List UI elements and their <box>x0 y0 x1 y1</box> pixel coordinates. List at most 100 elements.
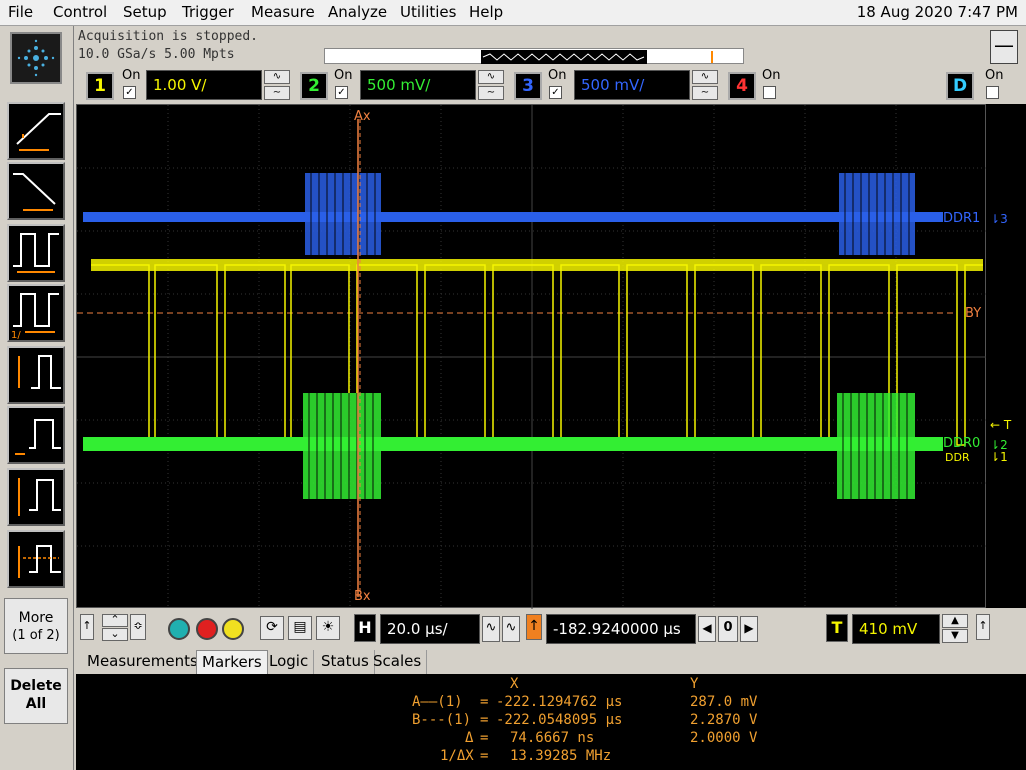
ddr0-label: DDR0 <box>943 436 981 451</box>
marker-readout-panel: X Y A——(1) = -222.1294762 µs 287.0 mV B-… <box>76 674 1026 770</box>
run-stop-arrow-button[interactable]: ↑ <box>80 614 94 640</box>
channel-3-coupling-dc-button[interactable]: ∼ <box>692 86 718 100</box>
position-left-button[interactable]: ◀ <box>698 616 716 642</box>
trigger-level-up-button[interactable]: ▲ <box>942 614 968 628</box>
channel-1-button[interactable]: 1 <box>86 72 114 100</box>
menu-utilities[interactable]: Utilities <box>400 3 456 21</box>
tab-measurements[interactable]: Measurements <box>82 650 204 674</box>
readout-delta-y: 2.0000 V <box>690 730 758 746</box>
readout-b-y: 2.2870 V <box>690 712 758 728</box>
fall-time-icon <box>13 173 56 211</box>
channel-2-coupling-ac-button[interactable]: ∿ <box>478 70 504 84</box>
menu-file[interactable]: File <box>8 3 33 21</box>
logo-icon[interactable] <box>10 32 62 84</box>
yellow-color-button[interactable] <box>222 618 244 640</box>
period-measure-button[interactable] <box>7 224 65 282</box>
channel-1-coupling-ac-button[interactable]: ∿ <box>264 70 290 84</box>
channel-2-scale-field[interactable]: 500 mV/ <box>360 70 476 100</box>
readout-a-y: 287.0 mV <box>690 694 758 710</box>
cyan-color-button[interactable] <box>168 618 190 640</box>
readout-inverse-delta-x: 13.39285 MHz <box>510 748 612 764</box>
ddr1-label: DDR1 <box>943 211 981 226</box>
channel-3-scale-field[interactable]: 500 mV/ <box>574 70 690 100</box>
amplitude-icon <box>18 355 61 389</box>
menu-help[interactable]: Help <box>469 3 503 21</box>
delete-label: Delete <box>10 678 62 694</box>
fine-adjust-button[interactable]: ∿ <box>482 616 500 642</box>
frequency-measure-button[interactable]: 1/ <box>7 284 65 342</box>
menu-analyze[interactable]: Analyze <box>328 3 387 21</box>
horizontal-scale-field[interactable]: 20.0 µs/ <box>380 614 480 644</box>
red-color-button[interactable] <box>196 618 218 640</box>
channel-4-on-label: On <box>762 68 781 83</box>
channel-1-scale-field[interactable]: 1.00 V/ <box>146 70 262 100</box>
average-measure-button[interactable] <box>7 530 65 588</box>
fall-time-measure-button[interactable] <box>7 162 65 220</box>
menu-setup[interactable]: Setup <box>123 3 167 21</box>
position-zero-button[interactable]: 0 <box>718 616 738 642</box>
horizontal-position-field[interactable]: -182.9240000 µs <box>546 614 696 644</box>
trigger-level-down-button[interactable]: ▼ <box>942 629 968 643</box>
trigger-level-field[interactable]: 410 mV <box>852 614 940 644</box>
readout-b-x: -222.0548095 µs <box>496 712 623 728</box>
trigger-arrow-button[interactable]: ↑ <box>976 614 990 640</box>
menu-trigger[interactable]: Trigger <box>182 3 234 21</box>
readout-delta-label: Δ <box>465 730 474 746</box>
amplitude-measure-button[interactable] <box>7 346 65 404</box>
tab-scales[interactable]: Scales <box>368 650 428 674</box>
svg-text:1/: 1/ <box>11 330 21 340</box>
position-right-button[interactable]: ▶ <box>740 616 758 642</box>
vpp-measure-button[interactable] <box>7 468 65 526</box>
tab-markers[interactable]: Markers <box>196 650 268 674</box>
channel-1-coupling-dc-button[interactable]: ∼ <box>264 86 290 100</box>
delete-label-2: All <box>25 696 47 712</box>
channel-bar: 1 On ✓ 1.00 V/ ∿ ∼ 2 On ✓ 500 mV/ ∿ ∼ 3 … <box>76 66 1026 104</box>
digital-channel-button[interactable]: D <box>946 72 974 100</box>
ch1-ground-marker[interactable]: ⇂1 <box>990 450 1008 464</box>
channel-2-button[interactable]: 2 <box>300 72 328 100</box>
print-icon[interactable]: ▤ <box>288 616 312 640</box>
digital-on-checkbox[interactable] <box>986 86 999 99</box>
channel-2-on-checkbox[interactable]: ✓ <box>335 86 348 99</box>
brightness-icon[interactable]: ☀ <box>316 616 340 640</box>
ddr0-trace <box>83 437 943 451</box>
channel-1-on-checkbox[interactable]: ✓ <box>123 86 136 99</box>
scroll-up-button[interactable]: ⌃ <box>102 614 128 627</box>
scroll-down-button[interactable]: ⌄ <box>102 628 128 641</box>
menu-measure[interactable]: Measure <box>251 3 315 21</box>
channel-3-button[interactable]: 3 <box>514 72 542 100</box>
menu-control[interactable]: Control <box>53 3 107 21</box>
channel-4-on-checkbox[interactable] <box>763 86 776 99</box>
coarse-adjust-button[interactable]: ∿ <box>502 616 520 642</box>
delay-reference-icon[interactable]: ↑ <box>526 614 542 640</box>
date-time: 18 Aug 2020 7:47 PM <box>856 3 1018 21</box>
top-measure-button[interactable] <box>7 406 65 464</box>
more-page-label: (1 of 2) <box>12 628 60 643</box>
oscilloscope-app: File Control Setup Trigger Measure Analy… <box>0 0 1026 770</box>
waveform-display[interactable]: Ax Bx BY DDR1 DDR0 DDR <box>76 104 987 609</box>
marker-bx-label: Bx <box>354 589 371 604</box>
channel-3-coupling-ac-button[interactable]: ∿ <box>692 70 718 84</box>
more-label: More <box>18 610 54 626</box>
ch3-ground-marker[interactable]: ⇂3 <box>990 212 1008 226</box>
channel-2-coupling-dc-button[interactable]: ∼ <box>478 86 504 100</box>
status-line-2: 10.0 GSa/s 5.00 Mpts <box>78 47 235 62</box>
channel-3-on-checkbox[interactable]: ✓ <box>549 86 562 99</box>
channel-4-button[interactable]: 4 <box>728 72 756 100</box>
average-icon <box>18 545 61 578</box>
minimize-button[interactable]: — <box>990 30 1018 64</box>
memory-overview-bar[interactable] <box>324 48 744 64</box>
left-toolbar: 1/ More (1 of 2) Delete All <box>0 26 74 770</box>
scroll-expand-button[interactable]: ≎ <box>130 614 146 640</box>
peak-to-peak-icon <box>18 478 61 516</box>
trigger-level-marker[interactable]: ← T <box>990 418 1011 432</box>
delete-all-button[interactable]: Delete All <box>4 668 68 724</box>
waveform-canvas <box>77 105 987 609</box>
more-measurements-button[interactable]: More (1 of 2) <box>4 598 68 654</box>
readout-y-header: Y <box>690 676 699 692</box>
autoscale-icon[interactable]: ⟳ <box>260 616 284 640</box>
tab-logic[interactable]: Logic <box>264 650 315 674</box>
readout-delta-x: 74.6667 ns <box>510 730 595 746</box>
rise-time-measure-button[interactable] <box>7 102 65 160</box>
tab-status[interactable]: Status <box>316 650 375 674</box>
